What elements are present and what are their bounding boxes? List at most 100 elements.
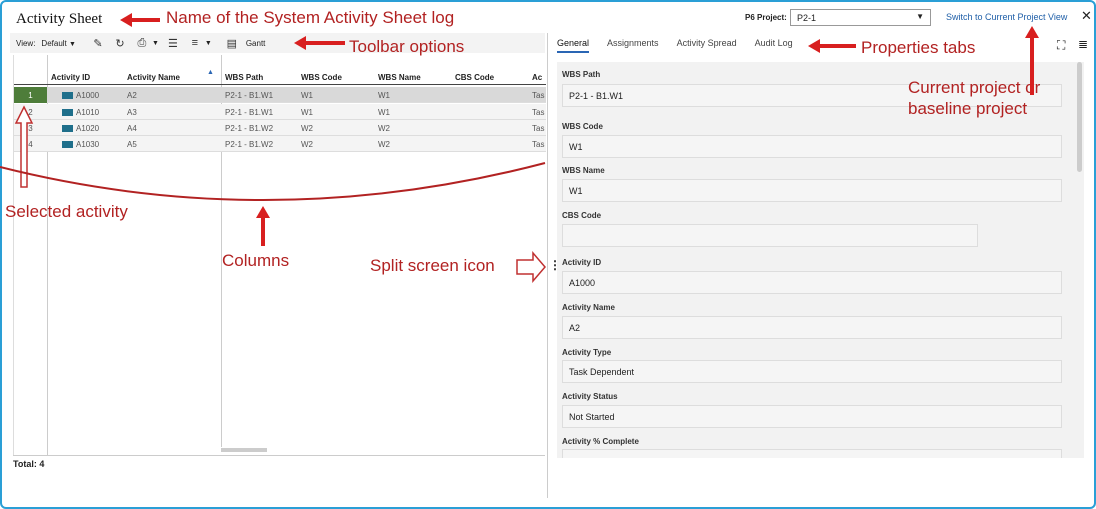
activity-percent-complete-field[interactable]	[562, 449, 1062, 458]
cell-activity-name: A4	[127, 124, 137, 133]
cell-wbs-name: W1	[378, 91, 390, 100]
activity-id-field[interactable]: A1000	[562, 271, 1062, 294]
field-label: CBS Code	[562, 211, 602, 220]
page-title: Activity Sheet	[16, 11, 103, 27]
column-header[interactable]: WBS Path	[225, 73, 263, 82]
chevron-down-icon: ▼	[916, 12, 924, 21]
annotation-columns: Columns	[222, 251, 290, 270]
column-header[interactable]: CBS Code	[455, 73, 494, 82]
cell-wbs-path: P2-1 - B1.W2	[225, 140, 274, 149]
columns-curve	[0, 162, 546, 201]
sort-asc-icon[interactable]: ▲	[207, 69, 214, 76]
cell-activity-type: Tas	[532, 140, 545, 149]
wbs-name-field[interactable]: W1	[562, 179, 1062, 202]
cell-activity-name: A2	[127, 91, 137, 100]
activity-name-field[interactable]: A2	[562, 316, 1062, 339]
project-select-value: P2-1	[797, 13, 817, 23]
gantt-icon[interactable]: ▤	[224, 35, 240, 51]
expand-icon[interactable]: ⛶	[1057, 38, 1065, 53]
view-select[interactable]: Default ▼	[41, 39, 76, 48]
horizontal-scrollbar[interactable]	[221, 448, 267, 452]
cell-wbs-code: W1	[301, 108, 313, 117]
gantt-button[interactable]: Gantt	[246, 39, 266, 48]
column-header[interactable]: WBS Code	[301, 73, 342, 82]
table-row[interactable]: 2 A1010 A3 P2-1 - B1.W1 W1 W1 Tas	[14, 104, 546, 120]
cell-wbs-name: W2	[378, 124, 390, 133]
table-row[interactable]: 1 A1000 A2 P2-1 - B1.W1 W1 W1 Tas	[14, 87, 546, 103]
column-header[interactable]: Activity ID	[51, 73, 90, 82]
view-label: View:	[16, 38, 36, 48]
arrow-head	[294, 36, 306, 50]
refresh-icon[interactable]: ↻	[112, 35, 128, 51]
cell-activity-id: A1000	[76, 91, 100, 100]
annotation-split-screen: Split screen icon	[370, 256, 495, 275]
project-select[interactable]: P2-1 ▼	[790, 9, 931, 26]
row-number: 1	[14, 87, 47, 103]
annotation-current-project-1: Current project or	[908, 78, 1041, 97]
field-label: Activity ID	[562, 258, 602, 267]
arrow-shaft	[128, 18, 160, 22]
project-label: P6 Project:	[745, 13, 787, 22]
wbs-code-field[interactable]: W1	[562, 135, 1062, 158]
field-label: Activity Name	[562, 303, 615, 312]
cell-wbs-code: W1	[301, 91, 313, 100]
activity-icon	[62, 109, 73, 116]
table-row[interactable]: 3 A1020 A4 P2-1 - B1.W2 W2 W2 Tas	[14, 120, 546, 136]
cell-activity-name: A3	[127, 108, 137, 117]
cell-activity-type: Tas	[532, 108, 545, 117]
tab-assignments[interactable]: Assignments	[607, 38, 659, 53]
filter-list-icon[interactable]: ☰	[165, 35, 181, 51]
tab-activity-spread[interactable]: Activity Spread	[677, 38, 737, 53]
vertical-scrollbar[interactable]	[1077, 62, 1082, 172]
cell-activity-type: Tas	[532, 91, 545, 100]
chevron-down-icon[interactable]: ▼	[152, 40, 159, 47]
total-count: Total: 4	[13, 459, 45, 469]
activity-type-field[interactable]: Task Dependent	[562, 360, 1062, 383]
annotation-name-log: Name of the System Activity Sheet log	[166, 8, 455, 27]
column-header[interactable]: Activity Name	[127, 73, 180, 82]
tab-audit-log[interactable]: Audit Log	[755, 38, 793, 53]
list-view-icon[interactable]: ≣	[1078, 37, 1088, 51]
toolbar: View: Default ▼ ✎ ↻ ⎙ ▼ ☰ ≡ ▼ ▤ Gantt	[10, 33, 545, 53]
grid-header: Activity ID Activity Name ▲ WBS Path WBS…	[14, 69, 546, 85]
cell-wbs-path: P2-1 - B1.W1	[225, 91, 274, 100]
field-label: WBS Code	[562, 122, 603, 131]
pencil-icon[interactable]: ✎	[90, 35, 106, 51]
arrow-shaft	[305, 41, 345, 45]
close-icon[interactable]: ✕	[1081, 8, 1092, 24]
arrow-head	[808, 39, 820, 53]
arrow-shaft	[1030, 37, 1034, 95]
grid-footer-line	[13, 455, 545, 456]
field-label: Activity % Complete	[562, 437, 639, 446]
switch-project-view-link[interactable]: Switch to Current Project View	[946, 12, 1067, 22]
field-label: Activity Status	[562, 392, 618, 401]
properties-panel: WBS Path P2-1 - B1.W1 WBS Code W1 WBS Na…	[557, 62, 1084, 458]
activity-icon	[62, 141, 73, 148]
arrow-head	[120, 13, 132, 27]
hollow-right-arrow	[516, 251, 546, 283]
activity-status-field[interactable]: Not Started	[562, 405, 1062, 428]
arrow-shaft	[818, 44, 856, 48]
chevron-down-icon[interactable]: ▼	[205, 40, 212, 47]
cell-activity-name: A5	[127, 140, 137, 149]
menu-icon[interactable]: ≡	[187, 35, 203, 51]
field-label: WBS Name	[562, 166, 605, 175]
annotation-toolbar-options: Toolbar options	[349, 37, 465, 56]
cbs-code-field[interactable]	[562, 224, 978, 247]
cell-wbs-name: W2	[378, 140, 390, 149]
column-header[interactable]: WBS Name	[378, 73, 421, 82]
cell-activity-type: Tas	[532, 124, 545, 133]
print-icon[interactable]: ⎙	[134, 35, 150, 51]
field-label: WBS Path	[562, 70, 601, 79]
cell-activity-id: A1030	[76, 140, 100, 149]
split-divider[interactable]	[547, 33, 548, 498]
cell-activity-id: A1010	[76, 108, 100, 117]
activity-icon	[62, 92, 73, 99]
activity-icon	[62, 125, 73, 132]
tab-general[interactable]: General	[557, 38, 590, 53]
column-header[interactable]: Ac	[532, 73, 542, 82]
view-select-value: Default	[41, 38, 67, 48]
cell-wbs-path: P2-1 - B1.W2	[225, 124, 274, 133]
table-row[interactable]: 4 A1030 A5 P2-1 - B1.W2 W2 W2 Tas	[14, 136, 546, 152]
chevron-down-icon: ▼	[69, 40, 76, 48]
